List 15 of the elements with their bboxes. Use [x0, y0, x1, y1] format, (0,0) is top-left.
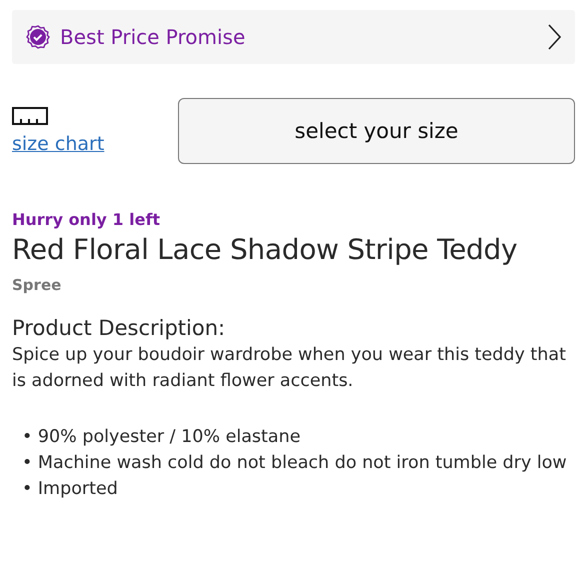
stock-notice: Hurry only 1 left: [12, 210, 162, 229]
description-text: Spice up your boudoir wardrobe when you wear this teddy that is adorned with radiant flower accents.: [12, 344, 567, 393]
brand-name: Spree: [12, 276, 62, 294]
best-price-banner[interactable]: Best Price Promise: [12, 10, 575, 64]
feature-item: • Machine wash cold do not bleach do not iron tumble dry low: [22, 452, 568, 475]
product-title: Red Floral Lace Shadow Stripe Teddy: [12, 233, 518, 266]
banner-label: Best Price Promise: [60, 25, 246, 49]
select-size-button[interactable]: select your size: [178, 98, 575, 164]
ruler-icon: [12, 107, 48, 125]
feature-item: • Imported: [22, 478, 119, 501]
verified-badge-icon: [26, 25, 50, 49]
description-heading: Product Description:: [12, 316, 226, 340]
feature-item: • 90% polyester / 10% elastane: [22, 426, 302, 449]
chevron-right-icon: [547, 24, 561, 50]
size-chart-link[interactable]: size chart: [12, 133, 104, 155]
